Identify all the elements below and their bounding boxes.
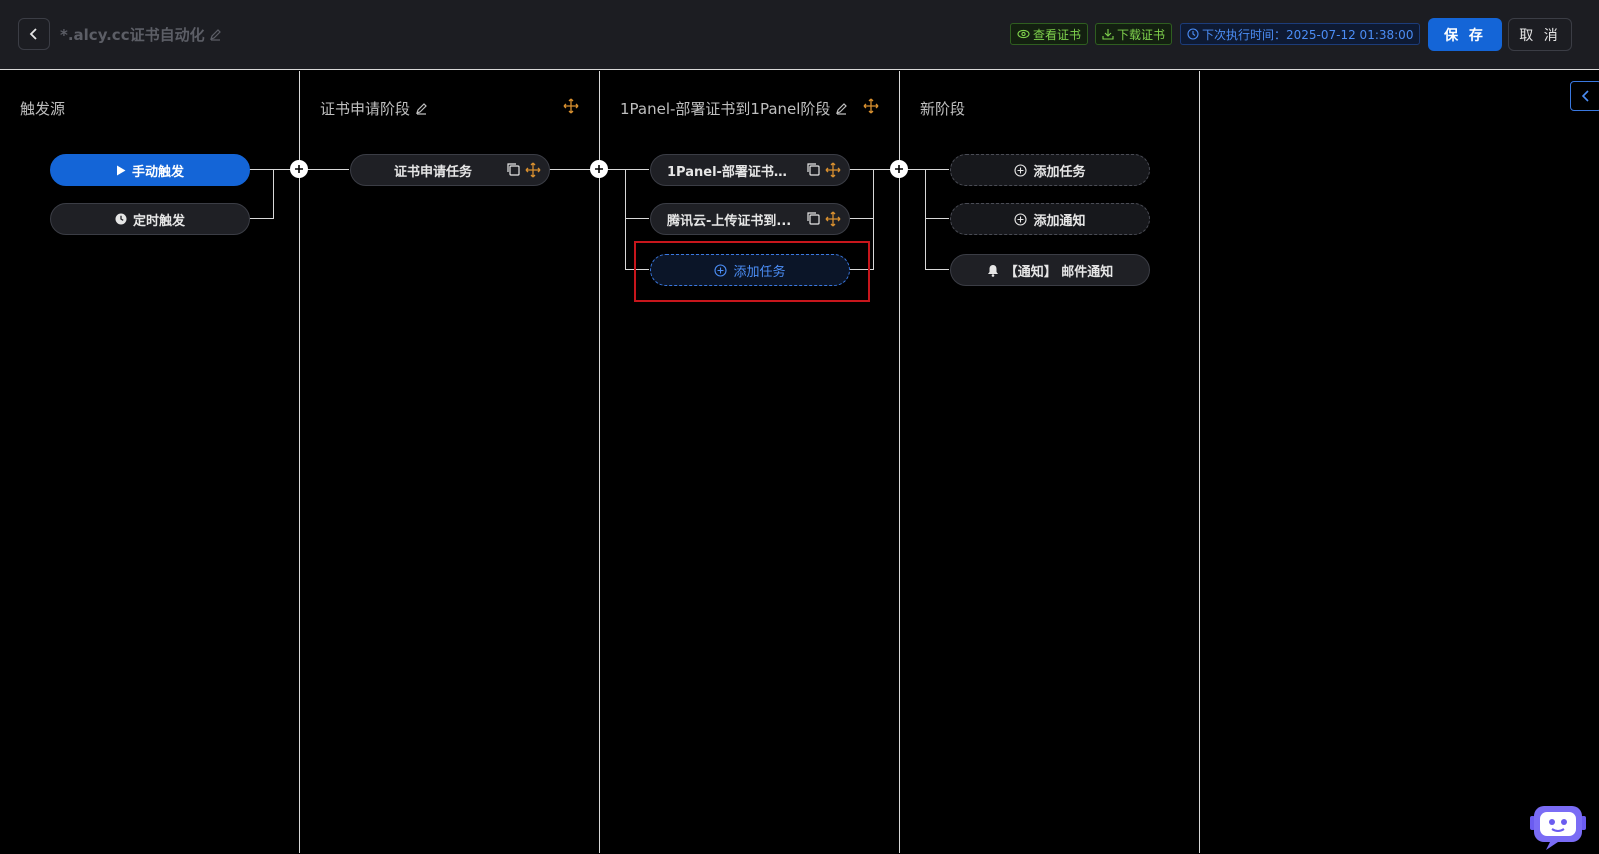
deploy-1panel-task-node[interactable]: 1Panel-部署证书到1... <box>650 154 850 186</box>
chatbot-button[interactable] <box>1530 804 1586 854</box>
next-run-text: 下次执行时间：2025-07-12 01:38:00 <box>1202 27 1414 42</box>
stage-title-text: 新阶段 <box>920 100 966 118</box>
chatbot-icon <box>1530 806 1586 850</box>
node-label: 添加任务 <box>1033 164 1086 180</box>
pipeline-title-text: *.alcy.cc证书自动化 <box>60 26 205 44</box>
plus-icon <box>895 165 903 173</box>
stage-title-new: 新阶段 <box>920 98 965 119</box>
connector-line <box>925 169 926 270</box>
connector-line <box>925 269 949 270</box>
copy-icon[interactable] <box>806 211 821 226</box>
plus-circle-icon <box>1014 163 1028 177</box>
top-header: *.alcy.cc证书自动化 查看证书 下载证书 下次执行时间：2025-07-… <box>0 0 1599 70</box>
move-icon[interactable] <box>825 211 841 227</box>
cancel-button[interactable]: 取 消 <box>1508 18 1572 51</box>
connector-line <box>625 218 649 219</box>
manual-trigger-node[interactable]: 手动触发 <box>50 154 250 186</box>
add-task-button[interactable]: 添加任务 <box>950 154 1150 186</box>
play-icon <box>116 165 126 175</box>
node-label: 1Panel-部署证书到1... <box>667 164 795 180</box>
bell-icon <box>987 264 998 277</box>
node-label: 手动触发 <box>131 164 184 180</box>
move-icon[interactable] <box>825 162 841 178</box>
download-cert-button[interactable]: 下载证书 <box>1095 23 1173 45</box>
stage-title-text: 触发源 <box>20 100 66 118</box>
view-cert-label: 查看证书 <box>1033 27 1082 42</box>
scheduled-trigger-node[interactable]: 定时触发 <box>50 203 250 235</box>
column-divider <box>599 71 600 853</box>
eye-icon <box>1017 29 1030 39</box>
edit-icon[interactable] <box>415 102 428 115</box>
node-actions <box>506 162 541 178</box>
stage-title-text: 证书申请阶段 <box>320 100 411 118</box>
connector-line <box>849 218 873 219</box>
copy-icon[interactable] <box>506 162 521 177</box>
connector-line <box>925 218 949 219</box>
plus-icon <box>295 165 303 173</box>
move-icon[interactable] <box>525 162 541 178</box>
pipeline-title[interactable]: *.alcy.cc证书自动化 <box>60 24 222 45</box>
stage-title-deploy[interactable]: 1Panel-部署证书到1Panel阶段 <box>620 98 848 119</box>
connector-line <box>249 218 273 219</box>
add-stage-button[interactable] <box>590 160 608 178</box>
node-label: 腾讯云-上传证书到... <box>667 213 792 229</box>
column-divider <box>1199 71 1200 853</box>
connector-line <box>273 169 274 219</box>
column-divider <box>899 71 900 853</box>
cert-apply-task-node[interactable]: 证书申请任务 <box>350 154 550 186</box>
selection-highlight <box>634 241 870 302</box>
tencent-upload-task-node[interactable]: 腾讯云-上传证书到... <box>650 203 850 235</box>
next-run-badge: 下次执行时间：2025-07-12 01:38:00 <box>1180 23 1421 45</box>
node-label: 【通知】 邮件通知 <box>1004 264 1114 280</box>
node-actions <box>806 211 841 227</box>
node-actions <box>806 162 841 178</box>
plus-circle-icon <box>1014 212 1028 226</box>
download-icon <box>1102 29 1114 40</box>
chevron-left-icon <box>1581 90 1589 102</box>
stage-title-text: 1Panel-部署证书到1Panel阶段 <box>620 100 831 118</box>
node-label: 添加通知 <box>1033 213 1086 229</box>
edit-icon[interactable] <box>835 102 848 115</box>
side-panel-toggle[interactable] <box>1570 81 1599 111</box>
copy-icon[interactable] <box>806 162 821 177</box>
node-label: 证书申请任务 <box>394 164 473 180</box>
node-label: 定时触发 <box>132 213 185 229</box>
plus-icon <box>595 165 603 173</box>
connector-line <box>625 169 626 270</box>
stage-title-trigger: 触发源 <box>20 98 65 119</box>
chevron-left-icon <box>29 28 37 40</box>
add-notification-button[interactable]: 添加通知 <box>950 203 1150 235</box>
view-cert-button[interactable]: 查看证书 <box>1010 23 1089 45</box>
clock-icon <box>1187 28 1199 40</box>
connector-line <box>873 169 874 270</box>
move-icon[interactable] <box>563 98 579 114</box>
move-icon[interactable] <box>863 98 879 114</box>
email-notification-node[interactable]: 【通知】 邮件通知 <box>950 254 1150 286</box>
column-divider <box>299 71 300 853</box>
download-cert-label: 下载证书 <box>1117 27 1166 42</box>
add-stage-button[interactable] <box>290 160 308 178</box>
stage-title-cert-apply[interactable]: 证书申请阶段 <box>320 98 428 119</box>
clock-icon <box>115 213 127 225</box>
save-button[interactable]: 保 存 <box>1428 18 1502 51</box>
back-button[interactable] <box>18 18 50 50</box>
add-stage-button[interactable] <box>890 160 908 178</box>
edit-icon[interactable] <box>209 28 222 41</box>
